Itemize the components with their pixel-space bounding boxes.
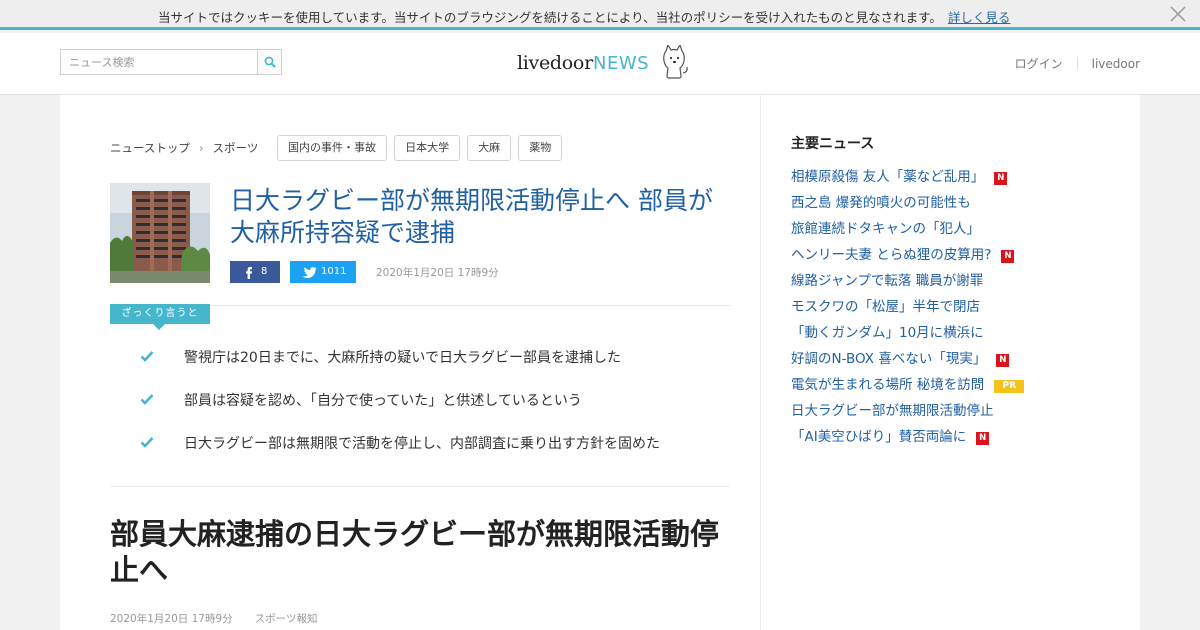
- news-item-text: ヘンリー夫妻 とらぬ狸の皮算用?: [791, 247, 992, 263]
- search-button[interactable]: [257, 50, 281, 74]
- tag-cannabis[interactable]: 大麻: [467, 135, 512, 161]
- checkmark-icon: [140, 437, 154, 448]
- news-item-text: モスクワの「松屋」半年で閉店: [791, 299, 980, 315]
- twitter-bird-icon: [302, 267, 317, 279]
- article-title[interactable]: 日大ラグビー部が無期限活動停止へ 部員が大麻所持容疑で逮捕: [230, 185, 720, 249]
- news-item-text: 線路ジャンプで転落 職員が謝罪: [791, 273, 984, 289]
- news-item[interactable]: 線路ジャンプで転落 職員が謝罪: [791, 269, 1024, 295]
- news-item[interactable]: 西之島 爆発的噴火の可能性も: [791, 191, 1024, 217]
- top-news-list: 相模原殺傷 友人「薬など乱用」 N 西之島 爆発的噴火の可能性も 旅館連続ドタキャ…: [791, 165, 1025, 451]
- breadcrumb-sports[interactable]: スポーツ: [213, 141, 259, 155]
- tag-drugs[interactable]: 薬物: [518, 135, 563, 161]
- news-item[interactable]: モスクワの「松屋」半年で閉店: [791, 295, 1024, 321]
- new-badge: N: [996, 354, 1010, 367]
- byline-source[interactable]: スポーツ報知: [255, 613, 318, 625]
- article-date: 2020年1月20日 17時9分: [376, 267, 499, 279]
- news-item-text: 好調のN-BOX 喜べない「現実」: [791, 351, 987, 367]
- search-box: [60, 49, 282, 75]
- facebook-share-button[interactable]: 8: [230, 261, 280, 283]
- close-icon[interactable]: [1168, 4, 1188, 24]
- new-badge: N: [1001, 250, 1015, 263]
- facebook-count: 8: [261, 266, 268, 277]
- news-item[interactable]: 「動くガンダム」10月に横浜に: [791, 321, 1024, 347]
- sidebar-heading: 主要ニュース: [791, 136, 875, 152]
- news-item[interactable]: 「AI美空ひばり」賛否両論に N: [791, 425, 1024, 451]
- twitter-count: 1011: [321, 266, 347, 277]
- summary-bottom-divider: [110, 486, 730, 487]
- breadcrumb-arrow-icon: ›: [198, 141, 204, 155]
- breadcrumb: ニューストップ › スポーツ: [110, 140, 258, 156]
- twitter-share-button[interactable]: 1011: [290, 261, 356, 283]
- news-item[interactable]: 電気が生まれる場所 秘境を訪問 PR: [791, 373, 1025, 399]
- checkmark-icon: [140, 351, 154, 362]
- news-item[interactable]: 好調のN-BOX 喜べない「現実」 N: [791, 347, 1024, 373]
- logo-news: NEWS: [593, 53, 650, 74]
- cookie-text: 当サイトではクッキーを使用しています。当サイトのブラウジングを続けることにより、…: [158, 10, 942, 25]
- news-item-text: 西之島 爆発的噴火の可能性も: [791, 195, 971, 211]
- news-item[interactable]: 旅館連続ドタキャンの「犯人」: [791, 217, 1024, 243]
- byline-date: 2020年1月20日 17時9分: [110, 613, 233, 625]
- news-item[interactable]: 相模原殺傷 友人「薬など乱用」 N: [791, 165, 1024, 191]
- checkmark-icon: [140, 394, 154, 405]
- summary-point-text: 部員は容疑を認め、「自分で使っていた」と供述しているという: [184, 393, 582, 409]
- dog-mascot-icon: [663, 45, 688, 79]
- tag-domestic-incidents[interactable]: 国内の事件・事故: [277, 135, 387, 161]
- tag-list: 国内の事件・事故 日本大学 大麻 薬物: [277, 135, 564, 161]
- sidebar: 主要ニュース 相模原殺傷 友人「薬など乱用」 N 西之島 爆発的噴火の可能性も 旅…: [760, 95, 1140, 630]
- building-photo: [110, 183, 210, 283]
- news-item-text: 「動くガンダム」10月に横浜に: [791, 325, 984, 341]
- article-column: ニューストップ › スポーツ 国内の事件・事故 日本大学 大麻 薬物 日大ラグビー部…: [60, 95, 760, 630]
- new-badge: N: [994, 172, 1008, 185]
- nav-divider: [1076, 57, 1078, 69]
- breadcrumb-news-top[interactable]: ニューストップ: [110, 141, 190, 155]
- news-item-text: 相模原殺傷 友人「薬など乱用」: [791, 169, 985, 185]
- article-headline: 部員大麻逮捕の日大ラグビー部が無期限活動停止へ: [110, 517, 720, 587]
- article-byline: 2020年1月20日 17時9分 スポーツ報知: [110, 611, 317, 626]
- summary-points: 警視庁は20日までに、大麻所持の疑いで日大ラグビー部員を逮捕した 部員は容疑を認…: [140, 347, 660, 476]
- header-nav: ログイン livedoor: [1015, 55, 1140, 72]
- news-item[interactable]: ヘンリー夫妻 とらぬ狸の皮算用? N: [791, 243, 1024, 269]
- news-item-text: 「AI美空ひばり」賛否両論に: [791, 429, 967, 445]
- search-icon: [264, 56, 276, 68]
- summary-point: 部員は容疑を認め、「自分で使っていた」と供述しているという: [140, 390, 660, 433]
- cookie-message: 当サイトではクッキーを使用しています。当サイトのブラウジングを続けることにより、…: [158, 7, 1010, 26]
- site-header: livedoor NEWS ログイン livedoor: [0, 33, 1200, 95]
- article-thumbnail[interactable]: [110, 183, 210, 283]
- summary-point-text: 日大ラグビー部は無期限で活動を停止し、内部調査に乗り出す方針を固めた: [184, 436, 660, 452]
- news-item-text: 旅館連続ドタキャンの「犯人」: [791, 221, 980, 237]
- pr-badge: PR: [994, 380, 1025, 393]
- news-item-text: 日大ラグビー部が無期限活動停止: [791, 403, 994, 419]
- livedoor-link[interactable]: livedoor: [1092, 57, 1140, 71]
- new-badge: N: [976, 432, 990, 445]
- summary-point: 日大ラグビー部は無期限で活動を停止し、内部調査に乗り出す方針を固めた: [140, 433, 660, 476]
- news-item-text: 電気が生まれる場所 秘境を訪問: [791, 377, 985, 393]
- tag-nihon-university[interactable]: 日本大学: [394, 135, 461, 161]
- summary-label: ざっくり言うと: [110, 304, 210, 330]
- cookie-details-link[interactable]: 詳しく見る: [948, 10, 1011, 25]
- summary-point: 警視庁は20日までに、大麻所持の疑いで日大ラグビー部員を逮捕した: [140, 347, 660, 390]
- logo-livedoor: livedoor: [517, 52, 593, 74]
- news-item[interactable]: 日大ラグビー部が無期限活動停止: [791, 399, 1024, 425]
- search-input[interactable]: [61, 50, 258, 74]
- login-link[interactable]: ログイン: [1015, 57, 1063, 71]
- facebook-icon: [246, 267, 252, 279]
- cookie-bar: 当サイトではクッキーを使用しています。当サイトのブラウジングを続けることにより、…: [0, 0, 1200, 30]
- summary-point-text: 警視庁は20日までに、大麻所持の疑いで日大ラグビー部員を逮捕した: [184, 350, 621, 366]
